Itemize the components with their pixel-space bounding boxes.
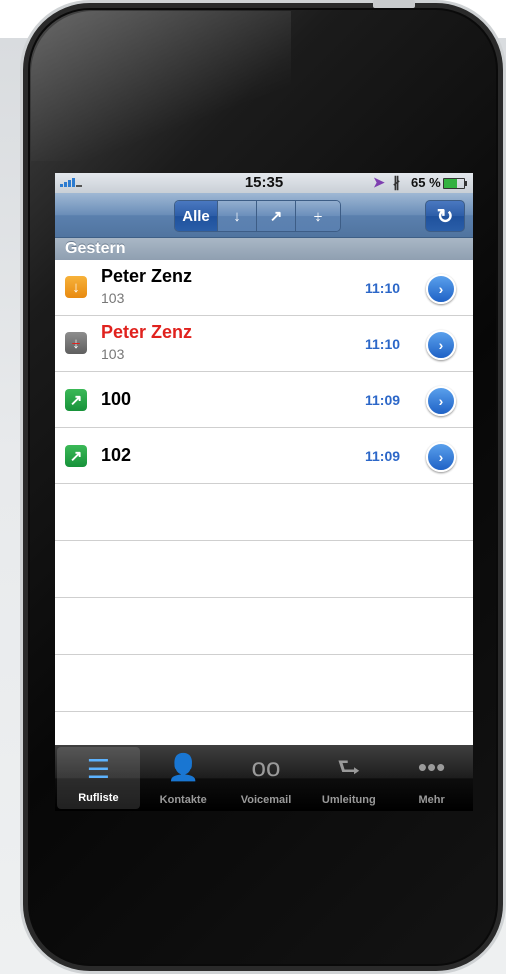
arrow-down-icon: ↓	[233, 207, 241, 225]
caller-number: 103	[101, 346, 125, 362]
call-row[interactable]: ↗ 102 11:09 ›	[55, 428, 473, 484]
location-icon: ➤	[373, 174, 385, 190]
list-icon: ☰	[86, 754, 111, 784]
voicemail-icon: oo	[251, 752, 281, 782]
filter-missed-button[interactable]: ↓	[295, 201, 340, 231]
empty-row	[55, 484, 473, 541]
bluetooth-icon: ∦	[393, 174, 400, 190]
arrow-up-right-icon: ↗	[269, 208, 283, 225]
glare	[31, 11, 291, 161]
chevron-right-icon: ›	[438, 449, 444, 465]
call-time: 11:10	[365, 280, 401, 296]
forward-icon: ⮑	[337, 752, 361, 782]
outgoing-call-icon: ↗	[65, 445, 87, 467]
filter-outgoing-button[interactable]: ↗	[256, 201, 295, 231]
battery-percent: 65 %	[411, 175, 441, 190]
section-header: Gestern	[55, 238, 473, 260]
tab-kontakte[interactable]: 👤 Kontakte	[142, 745, 225, 811]
incoming-call-icon: ↓	[65, 276, 87, 298]
call-row[interactable]: ↓ Peter Zenz 103 11:10 ›	[55, 316, 473, 372]
call-time: 11:09	[365, 392, 401, 408]
empty-row	[55, 541, 473, 598]
tab-umleitung[interactable]: ⮑ Umleitung	[307, 745, 390, 811]
chevron-right-icon: ›	[438, 393, 444, 409]
call-list: ↓ Peter Zenz 103 11:10 › ↓ Peter Zenz 10…	[55, 260, 473, 712]
filter-segmented-control: Alle ↓ ↗ ↓	[174, 200, 341, 232]
detail-disclosure-button[interactable]: ›	[426, 330, 456, 360]
call-time: 11:09	[365, 448, 401, 464]
tab-label: Voicemail	[240, 794, 292, 806]
detail-disclosure-button[interactable]: ›	[426, 442, 456, 472]
tab-label: Rufliste	[78, 792, 119, 804]
caller-name: Peter Zenz	[101, 266, 193, 286]
missed-call-icon: ↓	[65, 332, 87, 354]
tab-voicemail[interactable]: oo Voicemail	[225, 745, 308, 811]
outgoing-call-icon: ↗	[65, 389, 87, 411]
power-button	[373, 0, 415, 8]
chevron-right-icon: ›	[438, 337, 444, 353]
call-row[interactable]: ↗ 100 11:09 ›	[55, 372, 473, 428]
call-time: 11:10	[365, 336, 401, 352]
tab-bar: ☰ Rufliste 👤 Kontakte oo Voicemail ⮑ Uml…	[55, 745, 473, 811]
battery-icon	[443, 178, 467, 189]
nav-bar: Alle ↓ ↗ ↓ ↻	[55, 193, 473, 238]
tab-label: Mehr	[418, 794, 445, 806]
call-row[interactable]: ↓ Peter Zenz 103 11:10 ›	[55, 260, 473, 316]
missed-call-icon: ↓	[314, 207, 322, 225]
detail-disclosure-button[interactable]: ›	[426, 386, 456, 416]
refresh-icon: ↻	[436, 205, 454, 228]
filter-incoming-button[interactable]: ↓	[217, 201, 256, 231]
caller-name: Peter Zenz	[101, 322, 193, 342]
caller-name: 100	[101, 389, 132, 409]
caller-name: 102	[101, 445, 132, 465]
tab-label: Umleitung	[321, 794, 376, 806]
person-icon: 👤	[167, 752, 200, 782]
empty-row	[55, 598, 473, 655]
caller-number: 103	[101, 290, 125, 306]
refresh-button[interactable]: ↻	[425, 200, 465, 232]
chevron-right-icon: ›	[438, 281, 444, 297]
tab-rufliste[interactable]: ☰ Rufliste	[57, 747, 140, 809]
empty-row	[55, 655, 473, 712]
tab-label: Kontakte	[159, 794, 207, 806]
more-icon: •••	[417, 752, 446, 782]
filter-all-button[interactable]: Alle	[175, 201, 217, 231]
detail-disclosure-button[interactable]: ›	[426, 274, 456, 304]
tab-mehr[interactable]: ••• Mehr	[390, 745, 473, 811]
phone-screen: 15:35 ➤ ∦ 65 % Alle ↓ ↗ ↓ ↻ Gestern ↓ Pe…	[55, 173, 473, 811]
status-bar: 15:35 ➤ ∦ 65 %	[55, 173, 473, 193]
